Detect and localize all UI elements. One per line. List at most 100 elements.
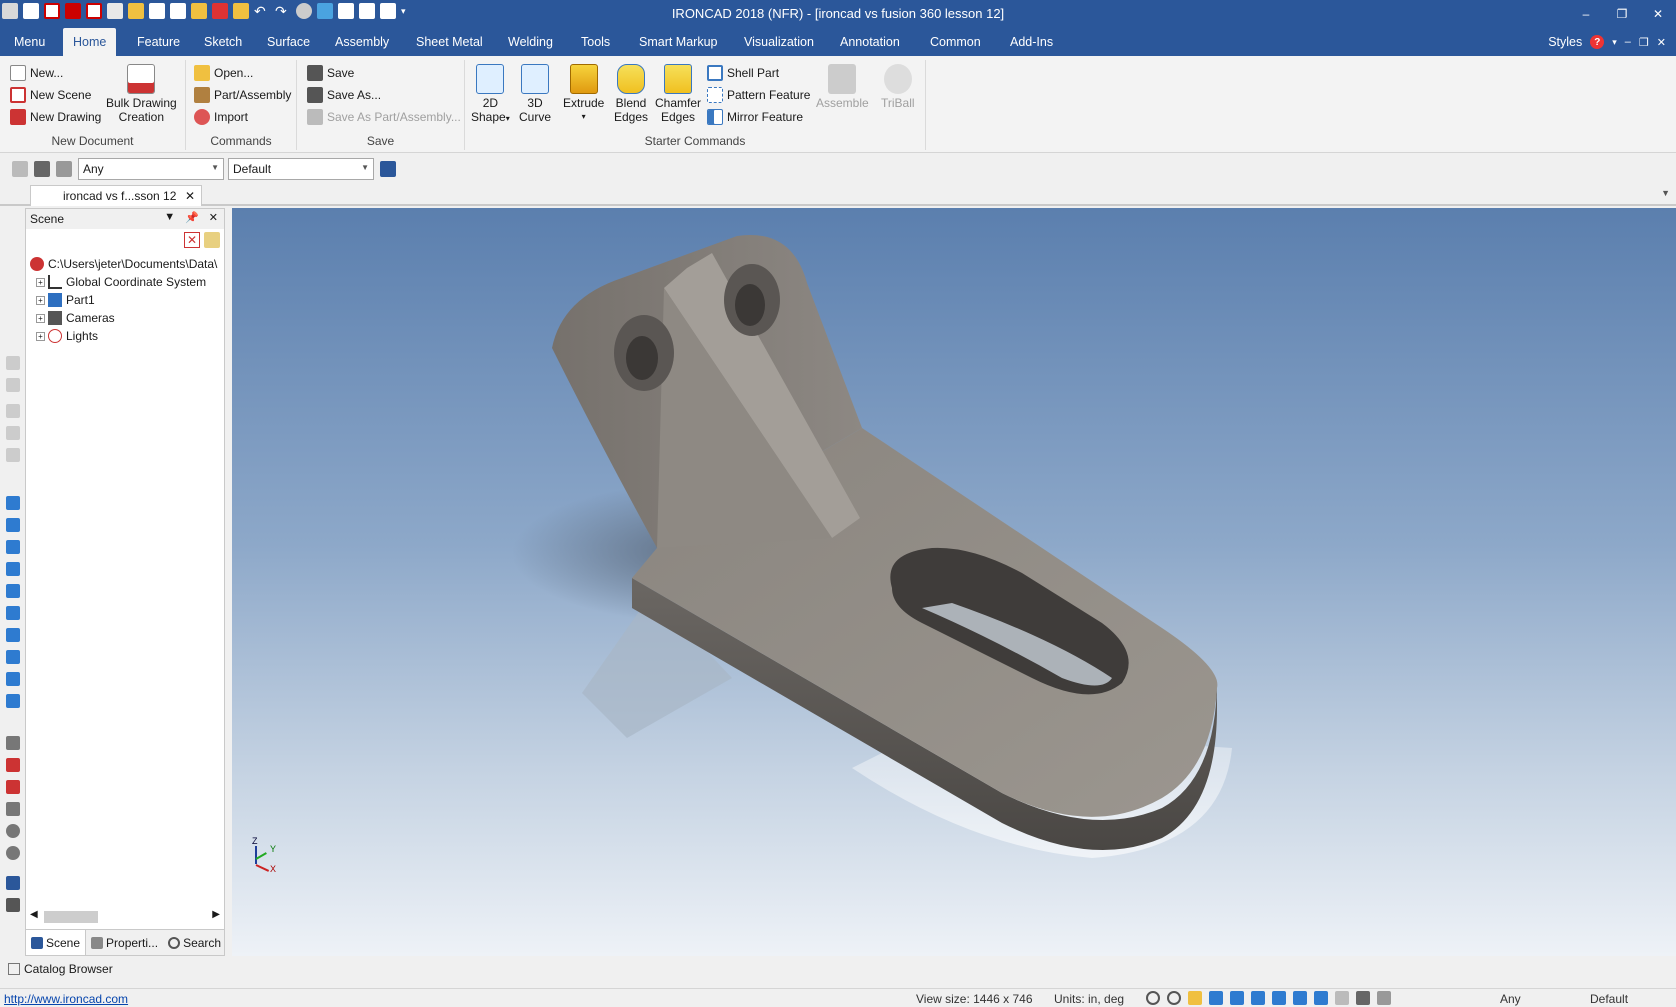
box-select-status-icon[interactable] — [1377, 991, 1391, 1005]
view-tool-1-icon[interactable] — [6, 356, 20, 370]
shell-part-button[interactable]: Shell Part — [707, 63, 779, 83]
scrollbar-thumb[interactable] — [44, 911, 98, 923]
tree-item-global-coordinate-system[interactable]: + Global Coordinate System — [26, 273, 224, 291]
cube-view-8-icon[interactable] — [6, 650, 20, 664]
orbit-icon[interactable] — [6, 824, 20, 838]
tree-item-root[interactable]: C:\Users\jeter\Documents\Data\ — [26, 255, 224, 273]
minimize-button[interactable]: – — [1568, 0, 1604, 28]
clear-filter-icon[interactable]: ✕ — [184, 232, 200, 248]
tab-sketch[interactable]: Sketch — [194, 28, 252, 56]
expand-icon[interactable]: + — [36, 295, 45, 305]
camera-status-icon[interactable] — [1230, 991, 1244, 1005]
orientation-icon[interactable] — [1314, 991, 1328, 1005]
extrude-button[interactable]: Extrude ▾ — [563, 64, 604, 124]
style-combo[interactable]: Default ▼ — [228, 158, 374, 180]
expand-icon[interactable]: + — [36, 331, 45, 341]
tab-list-dropdown-icon[interactable]: ▼ — [1661, 188, 1670, 198]
zoom-window-icon[interactable] — [1167, 991, 1181, 1005]
pointer-icon[interactable] — [34, 161, 50, 177]
cube-view-2-icon[interactable] — [6, 518, 20, 532]
save-button[interactable]: Save — [307, 63, 354, 83]
cube-view-5-icon[interactable] — [6, 584, 20, 598]
website-link[interactable]: http://www.ironcad.com — [4, 992, 128, 1006]
filter-options-icon[interactable] — [204, 232, 220, 248]
curve-tool-icon[interactable] — [6, 876, 20, 890]
tab-smart-markup[interactable]: Smart Markup — [629, 28, 728, 56]
mirror-feature-button[interactable]: Mirror Feature — [707, 107, 803, 127]
2d-shape-button[interactable]: 2D Shape▾ — [471, 64, 510, 126]
blend-edges-button[interactable]: Blend Edges — [614, 64, 648, 124]
scroll-right-icon[interactable]: ▶ — [212, 909, 220, 920]
pattern-feature-button[interactable]: Pattern Feature — [707, 85, 810, 105]
status-style[interactable]: Default — [1590, 992, 1628, 1006]
ribbon-dropdown-icon[interactable]: ▾ — [1612, 37, 1617, 48]
save-as-button[interactable]: Save As... — [307, 85, 381, 105]
triball-button[interactable]: TriBall — [881, 64, 915, 110]
display-mode-icon[interactable] — [1272, 991, 1286, 1005]
tab-search[interactable]: Search — [163, 930, 226, 955]
pin-icon[interactable]: 📌 — [185, 211, 199, 224]
box-select-icon[interactable] — [56, 161, 72, 177]
section-icon[interactable] — [1293, 991, 1307, 1005]
import-button[interactable]: Import — [194, 107, 248, 127]
open-button[interactable]: Open... — [194, 63, 253, 83]
tab-scene[interactable]: Scene — [26, 930, 87, 955]
new-button[interactable]: New... — [10, 63, 63, 83]
panel-dropdown-icon[interactable]: ▼ — [164, 211, 175, 224]
cube-view-1-icon[interactable] — [6, 496, 20, 510]
pointer-status-icon[interactable] — [1356, 991, 1370, 1005]
tree-item-cameras[interactable]: + Cameras — [26, 309, 224, 327]
panel-close-icon[interactable]: ✕ — [209, 211, 218, 224]
new-drawing-button[interactable]: New Drawing — [10, 107, 101, 127]
catalog-browser-bar[interactable]: Catalog Browser — [0, 958, 1676, 980]
select-tool-icon[interactable] — [1335, 991, 1349, 1005]
assemble-button[interactable]: Assemble — [816, 64, 869, 110]
cube-view-4-icon[interactable] — [6, 562, 20, 576]
angle-icon[interactable] — [6, 802, 20, 816]
restore-button[interactable]: ❐ — [1604, 0, 1640, 28]
ribbon-close-icon[interactable]: ✕ — [1657, 36, 1666, 49]
tree-item-lights[interactable]: + Lights — [26, 327, 224, 345]
tab-welding[interactable]: Welding — [498, 28, 563, 56]
expand-icon[interactable]: + — [36, 277, 45, 287]
cube-view-10-icon[interactable] — [6, 694, 20, 708]
document-tab[interactable]: ironcad vs f...sson 12 ✕ — [30, 185, 202, 206]
cube-view-9-icon[interactable] — [6, 672, 20, 686]
tab-properties[interactable]: Properti... — [86, 930, 163, 955]
view-tool-2-icon[interactable] — [6, 378, 20, 392]
tab-add-ins[interactable]: Add-Ins — [1000, 28, 1063, 56]
filter-combo[interactable]: Any ▼ — [78, 158, 224, 180]
tab-assembly[interactable]: Assembly — [325, 28, 399, 56]
tab-annotation[interactable]: Annotation — [830, 28, 910, 56]
tab-surface[interactable]: Surface — [257, 28, 320, 56]
styles-menu[interactable]: Styles — [1548, 35, 1582, 49]
view-cube-icon[interactable] — [1209, 991, 1223, 1005]
horizontal-scrollbar[interactable]: ◀ ▶ — [30, 909, 220, 925]
sketch-mode-icon[interactable] — [1251, 991, 1265, 1005]
tab-tools[interactable]: Tools — [571, 28, 620, 56]
cube-view-7-icon[interactable] — [6, 628, 20, 642]
tab-visualization[interactable]: Visualization — [734, 28, 824, 56]
ribbon-minimize-icon[interactable]: – — [1625, 36, 1631, 48]
3d-viewport[interactable]: Z Y X — [232, 208, 1676, 956]
expand-icon[interactable]: + — [36, 313, 45, 323]
status-filter[interactable]: Any — [1500, 992, 1521, 1006]
view-tool-4-icon[interactable] — [6, 426, 20, 440]
save-as-part-button[interactable]: Save As Part/Assembly... — [307, 107, 461, 127]
tab-feature[interactable]: Feature — [127, 28, 190, 56]
3d-curve-button[interactable]: 3D Curve — [519, 64, 551, 124]
scroll-left-icon[interactable]: ◀ — [30, 909, 38, 920]
view-tool-3-icon[interactable] — [6, 404, 20, 418]
bulk-drawing-creation-button[interactable]: Bulk Drawing Creation — [106, 64, 177, 124]
camera-icon[interactable] — [6, 758, 20, 772]
close-tab-icon[interactable]: ✕ — [185, 189, 195, 203]
measure-icon[interactable] — [6, 736, 20, 750]
view-tool-5-icon[interactable] — [6, 448, 20, 462]
hierarchy-icon[interactable] — [380, 161, 396, 177]
help-icon[interactable]: ? — [1590, 35, 1605, 49]
render-mode-icon[interactable] — [1188, 991, 1202, 1005]
ruler-icon[interactable] — [6, 898, 20, 912]
select-all-icon[interactable] — [12, 161, 28, 177]
light-icon[interactable] — [6, 780, 20, 794]
cube-view-3-icon[interactable] — [6, 540, 20, 554]
